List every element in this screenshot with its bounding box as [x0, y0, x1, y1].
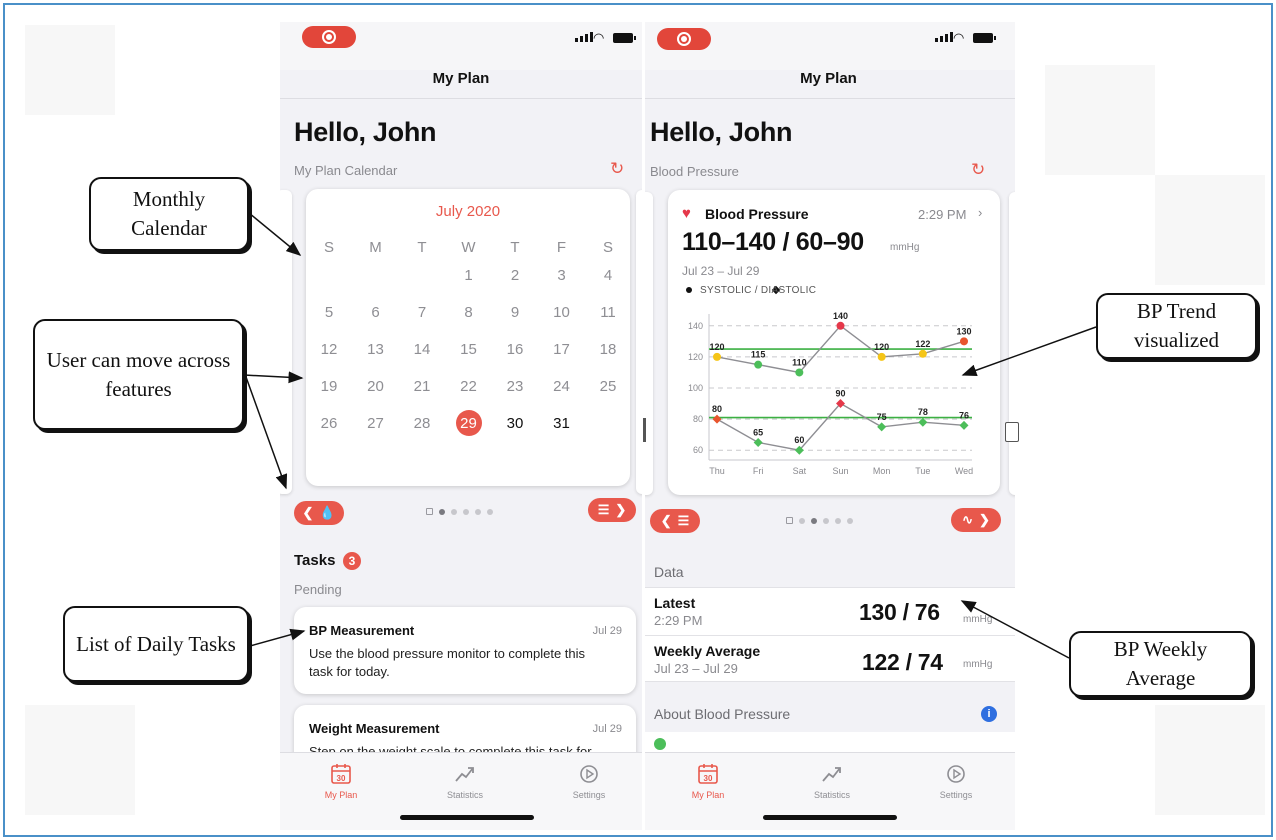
arrow-to-calendar: [248, 212, 302, 256]
annotation-arrows: [243, 212, 1097, 659]
arrow-to-bp-average: [960, 600, 1070, 659]
arrow-to-task-card: [249, 628, 306, 647]
arrow-to-bp-chart: [961, 326, 1097, 377]
arrow-to-calendar-edge: [243, 371, 304, 384]
arrow-to-feature-buttons: [245, 376, 288, 490]
